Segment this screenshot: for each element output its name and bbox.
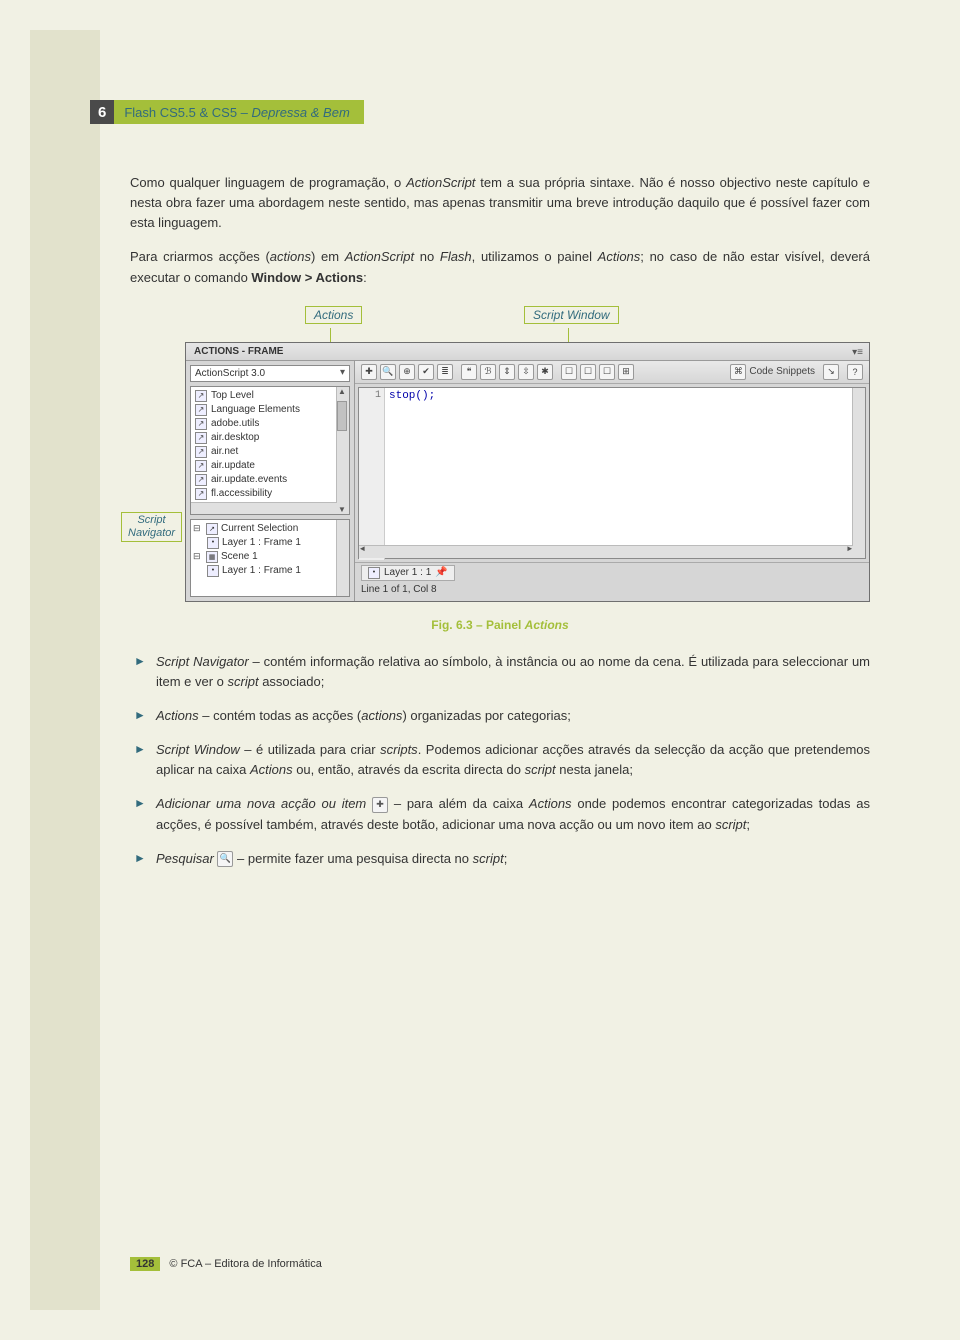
book-icon: ↗ xyxy=(195,432,207,444)
frame-icon: • xyxy=(368,567,380,579)
page-body: 6 Flash CS5.5 & CS5 – Depressa & Bem Com… xyxy=(30,30,930,1310)
callout-actions: Actions xyxy=(305,306,362,324)
code-editor[interactable]: 1 stop(); xyxy=(358,387,866,559)
balloon2-button[interactable]: ☐ xyxy=(580,364,596,380)
page-footer: 128 © FCA – Editora de Informática xyxy=(130,1258,322,1270)
script-navigator-tree[interactable]: ⊟↗Current Selection •Layer 1 : Frame 1 ⊟… xyxy=(190,519,350,597)
cursor-status: Line 1 of 1, Col 8 xyxy=(361,584,863,595)
figure-panel-wrap: Script Navigator ACTIONS - FRAME ▾≡ Acti… xyxy=(130,342,870,602)
collapse-icon[interactable]: ⊟ xyxy=(193,551,203,562)
balloon-button[interactable]: ☐ xyxy=(561,364,577,380)
content-column: Como qualquer linguagem de programação, … xyxy=(130,160,870,883)
panel-titlebar[interactable]: ACTIONS - FRAME ▾≡ xyxy=(186,343,869,361)
figure-callouts: Actions Script Window xyxy=(130,302,870,342)
panel-body: ActionScript 3.0 ↗Top Level ↗Language El… xyxy=(186,361,869,601)
search-icon: 🔍 xyxy=(217,851,233,867)
editor-vertical-scrollbar[interactable] xyxy=(852,388,865,558)
actions-panel: ACTIONS - FRAME ▾≡ ActionScript 3.0 ↗Top… xyxy=(185,342,870,602)
bullet-script-window: Script Window – é utilizada para criar s… xyxy=(130,740,870,780)
callout-script-window: Script Window xyxy=(524,306,619,324)
nav-vertical-scrollbar[interactable] xyxy=(336,520,349,596)
script-toolbar: ✚ 🔍 ⊕ ✔ ≣ ❝ ℬ ⇕ ⇳ xyxy=(355,361,869,384)
actions-category-tree[interactable]: ↗Top Level ↗Language Elements ↗adobe.uti… xyxy=(190,386,350,515)
tree-vertical-scrollbar[interactable] xyxy=(336,387,349,514)
script-tab[interactable]: •Layer 1 : 1📌 xyxy=(361,565,455,581)
balloon3-button[interactable]: ☐ xyxy=(599,364,615,380)
help-button[interactable]: ? xyxy=(847,364,863,380)
pin-button[interactable]: ⊞ xyxy=(618,364,634,380)
selection-icon: ↗ xyxy=(206,523,218,535)
book-icon: ↗ xyxy=(195,390,207,402)
scene-icon: ▦ xyxy=(206,551,218,563)
pin-icon[interactable]: 📌 xyxy=(435,567,447,578)
book-icon: ↗ xyxy=(195,460,207,472)
panel-title: ACTIONS - FRAME xyxy=(194,346,283,357)
figure-caption: Fig. 6.3 – Painel Actions xyxy=(130,618,870,632)
code-snippets-button[interactable]: ⌘Code Snippets xyxy=(730,364,815,380)
chapter-title: Flash CS5.5 & CS5 – Depressa & Bem xyxy=(114,105,363,120)
collapse-icon[interactable]: ⊟ xyxy=(193,523,203,534)
publisher-credit: © FCA – Editora de Informática xyxy=(169,1258,321,1270)
editor-horizontal-scrollbar[interactable] xyxy=(359,545,853,558)
line-number-gutter: 1 xyxy=(359,388,385,560)
tree-horizontal-scrollbar[interactable] xyxy=(191,502,337,514)
add-item-icon: ✚ xyxy=(372,797,388,813)
book-icon: ↗ xyxy=(195,474,207,486)
bullet-search: Pesquisar 🔍 – permite fazer uma pesquisa… xyxy=(130,849,870,869)
frame-icon: • xyxy=(207,537,219,549)
book-page: 6 Flash CS5.5 & CS5 – Depressa & Bem Com… xyxy=(0,0,960,1340)
chapter-number: 6 xyxy=(90,100,114,124)
frame-icon: • xyxy=(207,565,219,577)
scrollbar-handle[interactable] xyxy=(337,401,347,431)
code-hint-button[interactable]: ❝ xyxy=(461,364,477,380)
bullet-actions: Actions – contém todas as acções (action… xyxy=(130,706,870,726)
actions-left-column: ActionScript 3.0 ↗Top Level ↗Language El… xyxy=(186,361,355,601)
paragraph-1: Como qualquer linguagem de programação, … xyxy=(130,173,870,233)
panel-menu-icon[interactable]: ▾≡ xyxy=(852,347,863,358)
book-icon: ↗ xyxy=(195,418,207,430)
expand-button[interactable]: ⇳ xyxy=(518,364,534,380)
script-assist-button[interactable]: ↘ xyxy=(823,364,839,380)
add-item-button[interactable]: ✚ xyxy=(361,364,377,380)
chapter-tab: 6 Flash CS5.5 & CS5 – Depressa & Bem xyxy=(90,100,364,124)
target-button[interactable]: ⊕ xyxy=(399,364,415,380)
script-window-column: ✚ 🔍 ⊕ ✔ ≣ ❝ ℬ ⇕ ⇳ xyxy=(355,361,869,601)
collapse-button[interactable]: ⇕ xyxy=(499,364,515,380)
book-icon: ↗ xyxy=(195,404,207,416)
actionscript-version-dropdown[interactable]: ActionScript 3.0 xyxy=(190,365,350,382)
book-icon: ↗ xyxy=(195,446,207,458)
find-button[interactable]: 🔍 xyxy=(380,364,396,380)
debug-button[interactable]: ℬ xyxy=(480,364,496,380)
description-list: Script Navigator – contém informação rel… xyxy=(130,652,870,869)
code-content: stop(); xyxy=(359,388,865,402)
page-number: 128 xyxy=(130,1257,160,1271)
paragraph-2: Para criarmos acções (actions) em Action… xyxy=(130,247,870,287)
bullet-script-navigator: Script Navigator – contém informação rel… xyxy=(130,652,870,692)
snippets-icon: ⌘ xyxy=(730,364,746,380)
bullet-add-action: Adicionar uma nova acção ou item ✚ – par… xyxy=(130,794,870,834)
check-syntax-button[interactable]: ✔ xyxy=(418,364,434,380)
left-margin-strip xyxy=(30,30,100,1310)
callout-script-navigator: Script Navigator xyxy=(121,512,182,542)
book-icon: ↗ xyxy=(195,488,207,500)
comment-button[interactable]: ✱ xyxy=(537,364,553,380)
editor-footer: •Layer 1 : 1📌 Line 1 of 1, Col 8 xyxy=(355,562,869,601)
auto-format-button[interactable]: ≣ xyxy=(437,364,453,380)
